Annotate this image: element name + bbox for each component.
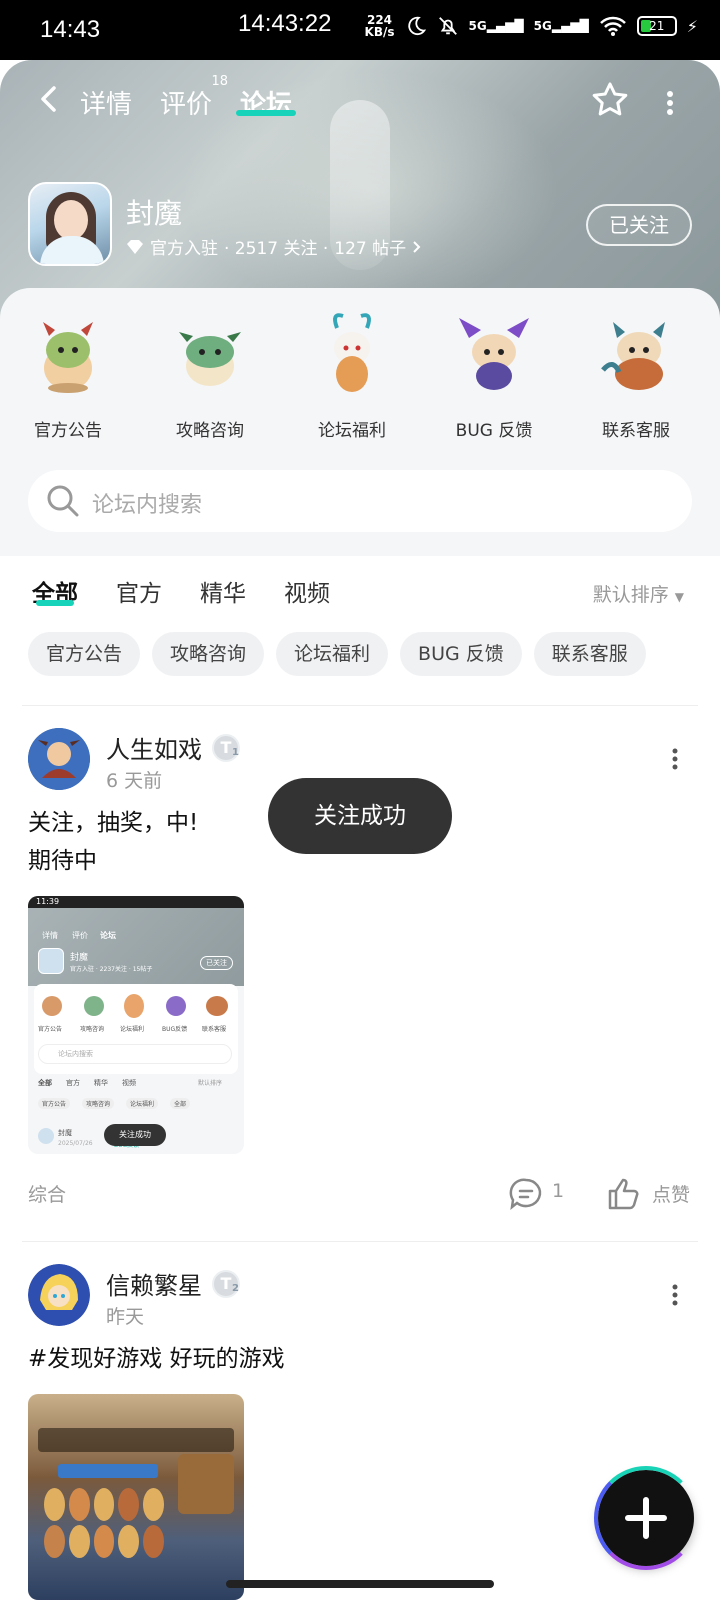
dragon-mascot-icon — [43, 322, 93, 393]
plus-icon — [625, 1497, 667, 1539]
post-image[interactable]: 11:39 详情 评价 论坛 封魔 官方入驻 · 2237关注 · 15帖子 已… — [28, 896, 244, 1154]
category-bug-report[interactable]: BUG 反馈 — [434, 308, 554, 441]
create-post-button[interactable] — [594, 1466, 698, 1570]
divider — [22, 705, 698, 706]
post-content: #发现好游戏 好玩的游戏 — [28, 1346, 285, 1372]
signal-icon: 5G▂▄▆█ — [468, 19, 524, 33]
search-input[interactable]: 论坛内搜索 — [28, 470, 692, 532]
chevron-right-icon — [413, 240, 421, 253]
sort-dropdown[interactable]: 默认排序 ▼ — [593, 580, 684, 607]
filter-tab-official[interactable]: 官方 — [116, 574, 162, 608]
comment-count: 1 — [552, 1180, 565, 1202]
status-bar: 14:43 14:43:22 224 KB/s 5G▂▄▆█ 5G▂▄▆█ 21 … — [0, 0, 720, 60]
filter-tab-indicator — [36, 600, 74, 606]
post-footer: 综合 1 点赞 — [0, 1174, 720, 1214]
home-indicator[interactable] — [226, 1580, 494, 1588]
like-icon[interactable] — [606, 1176, 642, 1212]
tab-details[interactable]: 详情 — [80, 84, 132, 121]
post-time: 6 天前 — [106, 770, 163, 792]
level-badge: T2 — [212, 1270, 240, 1298]
caret-down-icon: ▼ — [674, 590, 684, 604]
moon-icon — [407, 16, 426, 36]
toast-message: 关注成功 — [268, 778, 452, 854]
avatar[interactable] — [28, 728, 90, 790]
category-customer-service[interactable]: 联系客服 — [576, 308, 696, 441]
post-username[interactable]: 人生如戏 — [106, 730, 202, 765]
category-guides[interactable]: 攻略咨询 — [150, 308, 270, 441]
chip-guides[interactable]: 攻略咨询 — [152, 632, 265, 676]
filter-tabs: 全部 官方 精华 视频 默认排序 ▼ — [0, 566, 720, 616]
category-chips: 官方公告 攻略咨询 论坛福利 BUG 反馈 联系客服 — [28, 632, 646, 676]
chip-welfare[interactable]: 论坛福利 — [276, 632, 389, 676]
post-username[interactable]: 信赖繁星 — [106, 1266, 202, 1301]
forum-panel: 官方公告 攻略咨询 论坛福利 BUG 反馈 联系客服 论坛内搜索 — [0, 288, 720, 556]
bell-off-icon — [438, 17, 457, 35]
chip-bug-report[interactable]: BUG 反馈 — [400, 632, 522, 676]
game-meta[interactable]: 官方入驻 · 2517 关注 · 127 帖子 — [126, 234, 422, 259]
category-welfare[interactable]: 论坛福利 — [292, 308, 412, 441]
follow-button[interactable]: 已关注 — [586, 204, 692, 246]
search-placeholder: 论坛内搜索 — [92, 493, 203, 518]
post-more-icon[interactable] — [672, 748, 678, 770]
charging-icon: ⚡ — [686, 16, 698, 36]
dragon-mascot-icon — [601, 322, 665, 390]
comment-icon[interactable] — [508, 1176, 544, 1212]
game-title: 封魔 — [126, 197, 183, 230]
battery-icon: 21 — [636, 16, 677, 36]
search-icon — [47, 485, 79, 517]
game-icon[interactable] — [28, 182, 112, 266]
active-tab-indicator — [236, 110, 296, 116]
post-tag[interactable]: 综合 — [28, 1180, 66, 1207]
back-icon[interactable] — [34, 84, 64, 114]
dragon-mascot-icon — [459, 318, 529, 390]
review-count: 18 — [211, 74, 229, 89]
diamond-icon — [127, 239, 143, 254]
post-more-icon[interactable] — [672, 1284, 678, 1306]
wifi-icon — [599, 16, 626, 36]
status-time: 14:43 — [40, 16, 101, 43]
signal-icon-2: 5G▂▄▆█ — [533, 19, 589, 33]
post-content: 关注，抽奖，中! 期待中 — [28, 810, 199, 874]
network-speed: 224 KB/s — [364, 13, 395, 39]
filter-tab-featured[interactable]: 精华 — [200, 574, 246, 608]
category-announcements[interactable]: 官方公告 — [8, 308, 128, 441]
chip-customer-service[interactable]: 联系客服 — [533, 632, 646, 676]
dragon-mascot-icon — [333, 313, 371, 392]
more-icon[interactable] — [666, 90, 674, 116]
filter-tab-video[interactable]: 视频 — [284, 574, 330, 608]
star-icon[interactable] — [590, 80, 630, 120]
like-label[interactable]: 点赞 — [652, 1180, 690, 1207]
post-image[interactable] — [28, 1394, 244, 1600]
avatar[interactable] — [28, 1264, 90, 1326]
tab-reviews[interactable]: 评价 18 — [160, 74, 228, 121]
level-badge: T1 — [212, 734, 240, 762]
divider — [22, 1241, 698, 1242]
status-clock: 14:43:22 — [238, 10, 332, 37]
chip-announcements[interactable]: 官方公告 — [28, 632, 141, 676]
post-time: 昨天 — [106, 1306, 145, 1328]
dragon-mascot-icon — [179, 332, 241, 386]
